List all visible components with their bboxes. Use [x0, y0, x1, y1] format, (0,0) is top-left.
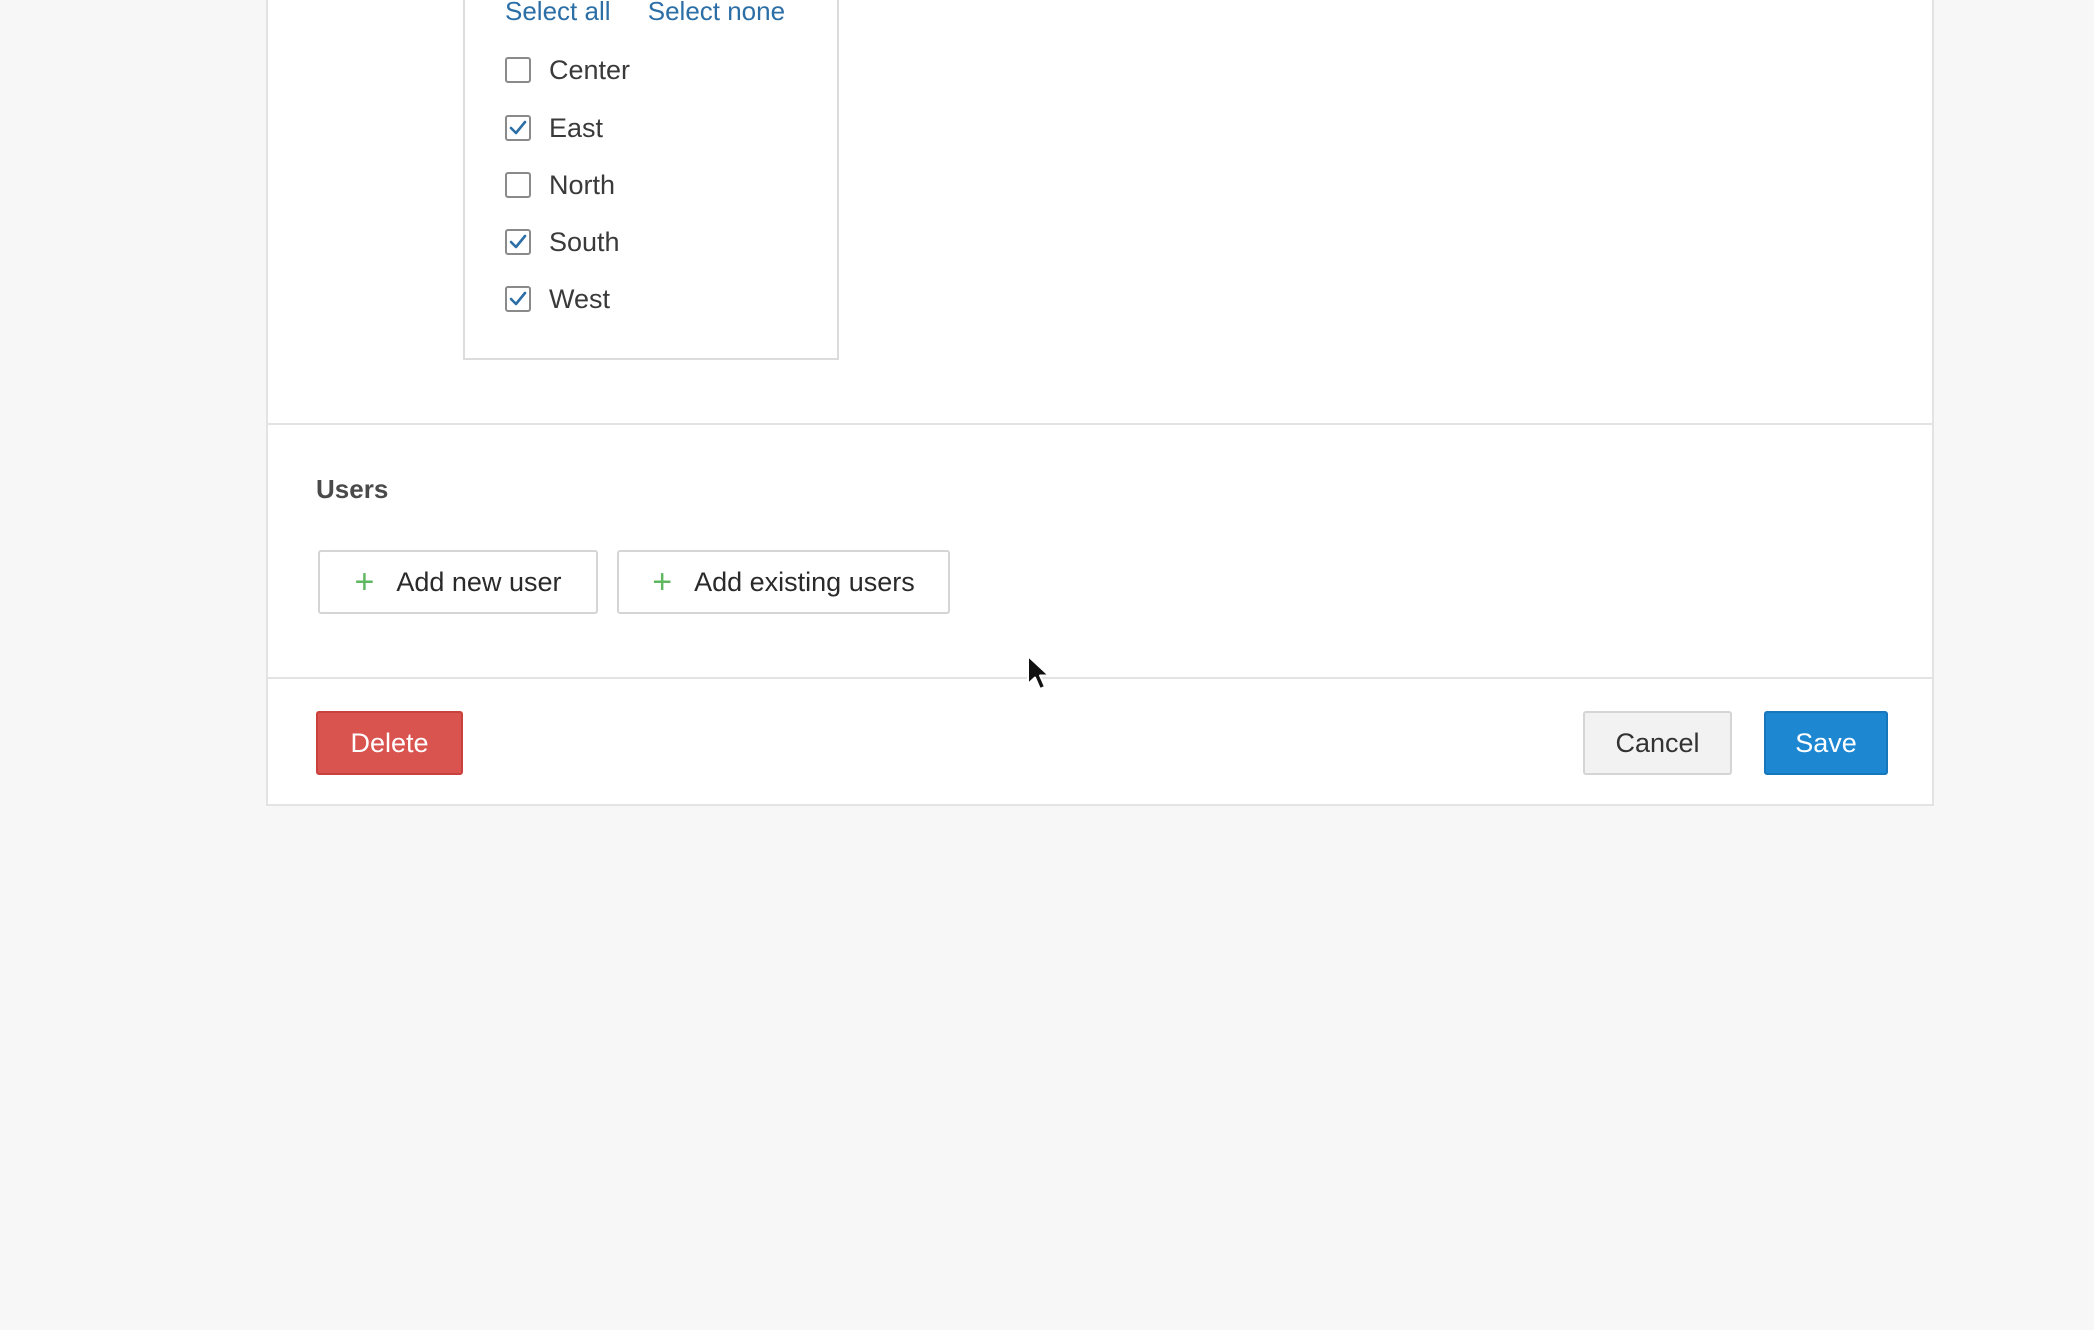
- save-button[interactable]: Save: [1764, 711, 1888, 775]
- region-filter-box: Select all Select none Center East North: [463, 0, 839, 360]
- add-existing-users-label: Add existing users: [694, 566, 915, 597]
- check-icon: [509, 234, 527, 249]
- check-icon: [509, 120, 527, 135]
- checkbox-east[interactable]: [505, 115, 531, 141]
- region-label: East: [549, 112, 604, 143]
- plus-icon: +: [354, 563, 375, 601]
- footer-divider: [268, 677, 1932, 679]
- users-section-title: Users: [316, 474, 389, 504]
- region-option-west[interactable]: West: [505, 282, 610, 316]
- region-label: North: [549, 169, 616, 200]
- edit-group-panel: Select all Select none Center East North: [266, 0, 1934, 806]
- select-all-link[interactable]: Select all: [505, 0, 611, 26]
- mouse-cursor-icon: [1026, 654, 1052, 697]
- check-icon: [509, 291, 527, 306]
- region-option-north[interactable]: North: [505, 168, 615, 202]
- checkbox-north[interactable]: [505, 172, 531, 198]
- section-divider: [268, 423, 1932, 425]
- checkbox-west[interactable]: [505, 286, 531, 312]
- region-label: South: [549, 226, 620, 257]
- select-links: Select all Select none: [505, 0, 815, 27]
- region-option-center[interactable]: Center: [505, 53, 630, 87]
- add-new-user-button[interactable]: + Add new user: [318, 550, 598, 614]
- cancel-button[interactable]: Cancel: [1583, 711, 1732, 775]
- delete-button[interactable]: Delete: [316, 711, 463, 775]
- add-existing-users-button[interactable]: + Add existing users: [617, 550, 950, 614]
- checkbox-south[interactable]: [505, 229, 531, 255]
- select-none-link[interactable]: Select none: [648, 0, 785, 26]
- region-label: West: [549, 283, 611, 314]
- plus-icon: +: [652, 563, 673, 601]
- checkbox-center[interactable]: [505, 57, 531, 83]
- region-option-south[interactable]: South: [505, 225, 620, 259]
- region-option-east[interactable]: East: [505, 111, 603, 145]
- add-new-user-label: Add new user: [396, 566, 562, 597]
- region-label: Center: [549, 54, 631, 85]
